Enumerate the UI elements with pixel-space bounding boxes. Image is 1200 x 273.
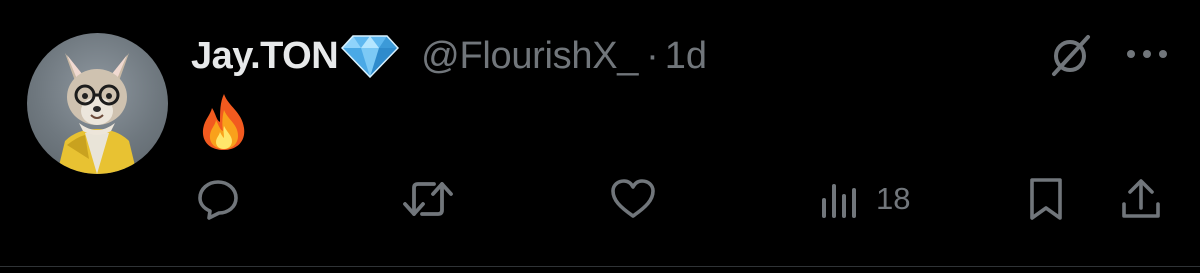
bookmark-button[interactable] [1024,174,1068,224]
separator-dot: · [646,34,659,77]
avatar-image [57,53,137,174]
bar-chart-icon [822,184,856,218]
share-upload-icon [1122,179,1160,218]
heart-icon [611,179,655,218]
diamond-icon [341,34,400,79]
display-name[interactable]: Jay.TON [191,35,339,78]
divider [0,266,1200,267]
grok-slash-circle-icon[interactable] [1046,32,1094,80]
reply-button[interactable] [195,174,241,224]
like-button[interactable] [608,174,658,224]
author-handle[interactable]: @FlourishX_ [421,35,638,78]
share-button[interactable] [1118,174,1164,224]
avatar[interactable] [27,33,168,174]
repost-icon [403,182,453,216]
bookmark-icon [1030,178,1062,220]
views-button[interactable]: 18 [818,174,910,224]
tweet-card[interactable]: Jay.TON @FlourishX_ · 1d 18 [0,0,1200,273]
fire-emoji [198,92,250,152]
more-dots-icon[interactable] [1122,34,1172,74]
retweet-button[interactable] [400,174,456,224]
timestamp[interactable]: 1d [665,35,707,78]
comment-bubble-icon [198,180,238,220]
tweet-text [198,92,250,168]
tweet-header: Jay.TON @FlourishX_ · 1d [191,28,707,84]
views-count: 18 [876,181,911,216]
